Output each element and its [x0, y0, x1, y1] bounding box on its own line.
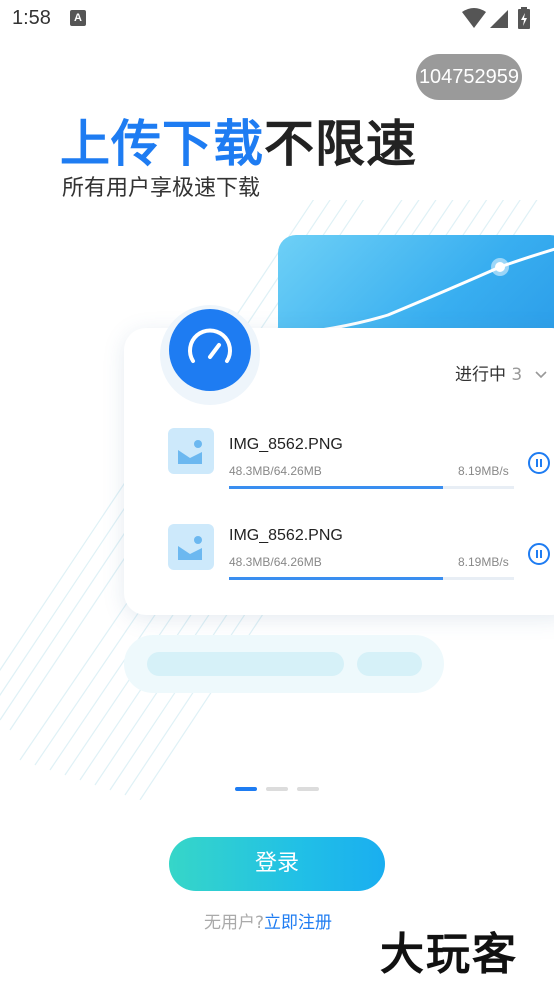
status-filter-label: 进行中 [455, 365, 506, 385]
progress-track [229, 486, 514, 489]
file-size-progress: 48.3MB/64.26MB [229, 464, 322, 478]
pager-dot[interactable] [266, 787, 288, 791]
download-row [168, 524, 214, 570]
chevron-down-icon [535, 371, 547, 379]
system-icons [460, 6, 540, 30]
file-name: IMG_8562.PNG [229, 436, 343, 453]
status-filter-count: 3 [511, 365, 523, 385]
notification-a-icon: A [70, 10, 86, 26]
pager-dot[interactable] [297, 787, 319, 791]
download-speed: 8.19MB/s [458, 555, 509, 569]
battery-charging-icon [518, 7, 530, 29]
placeholder-pill [357, 652, 422, 676]
login-button[interactable]: 登录 [169, 837, 385, 891]
speedometer-icon [169, 309, 251, 391]
headline-blue-text: 上传下载 [60, 115, 264, 173]
watermark-logo: 大玩客 [380, 929, 518, 980]
signal-icon [490, 10, 508, 28]
register-prompt-text: 无用户? [204, 913, 265, 933]
register-prompt: 无用户?立即注册 [204, 908, 332, 933]
page-subtitle: 所有用户享极速下载 [62, 176, 261, 201]
user-id-badge: 104752959 [416, 54, 522, 100]
pause-icon [536, 550, 542, 558]
register-link[interactable]: 立即注册 [264, 913, 332, 933]
wifi-icon [462, 8, 486, 28]
status-filter-dropdown[interactable]: 进行中 3 [455, 360, 548, 385]
download-speed: 8.19MB/s [458, 464, 509, 478]
progress-track [229, 577, 514, 580]
headline-dark-text: 不限速 [264, 115, 417, 173]
image-file-icon [168, 428, 214, 474]
status-bar: 1:58 A [0, 0, 554, 40]
status-time: 1:58 [12, 7, 51, 29]
download-row [168, 428, 214, 474]
placeholder-pill [147, 652, 344, 676]
pause-icon [536, 459, 542, 467]
pause-button[interactable] [528, 543, 550, 565]
progress-bar [229, 486, 443, 489]
file-size-progress: 48.3MB/64.26MB [229, 555, 322, 569]
file-name: IMG_8562.PNG [229, 527, 343, 544]
pause-button[interactable] [528, 452, 550, 474]
page-title: 上传下载不限速 [60, 104, 417, 176]
image-file-icon [168, 524, 214, 570]
pager-dot-active[interactable] [235, 787, 257, 791]
progress-bar [229, 577, 443, 580]
